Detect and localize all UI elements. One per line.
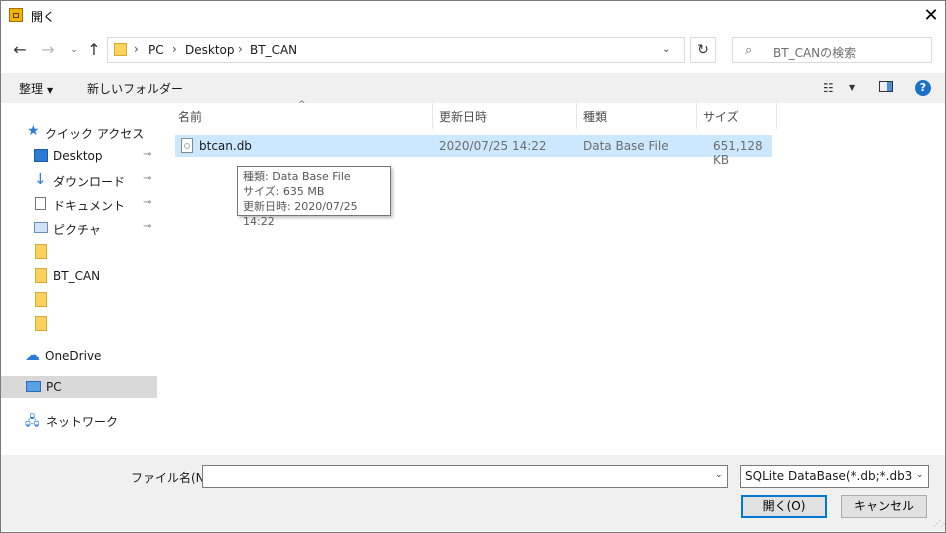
pin-icon[interactable]: ⊸ [143, 221, 151, 232]
file-info-tooltip: 種類: Data Base File サイズ: 635 MB 更新日時: 202… [237, 166, 391, 228]
breadcrumb-bt-can[interactable]: BT_CAN [250, 43, 297, 57]
folder-icon [35, 292, 47, 307]
sidebar-item-label: Desktop [53, 149, 103, 163]
new-folder-button[interactable]: 新しいフォルダー [87, 80, 183, 97]
pin-icon[interactable]: ⊸ [143, 149, 151, 160]
network-icon: 🖧 [25, 414, 40, 429]
open-button[interactable]: 開く(O) [741, 495, 827, 518]
sidebar-item-quick-access[interactable]: ★ クイック アクセス [1, 121, 157, 143]
help-icon[interactable]: ? [915, 80, 931, 96]
column-header-modified[interactable]: 更新日時 [439, 108, 487, 125]
file-size: 651,128 KB [713, 139, 763, 167]
folder-icon [114, 43, 127, 56]
caret-down-icon: ▼ [47, 86, 54, 95]
breadcrumb-pc[interactable]: PC [148, 43, 164, 57]
tooltip-modified: 更新日時: 2020/07/25 14:22 [243, 200, 358, 228]
sidebar-item-folder[interactable] [1, 313, 157, 335]
sidebar-item-label: OneDrive [45, 349, 102, 363]
sidebar-item-network[interactable]: 🖧 ネットワーク [1, 409, 157, 431]
tooltip-type: 種類: Data Base File [243, 170, 351, 183]
resize-grip-icon[interactable]: ⋰⋰ [933, 519, 946, 528]
sort-ascending-icon: ^ [298, 100, 306, 110]
file-modified: 2020/07/25 14:22 [439, 139, 547, 153]
filename-input[interactable]: ⌄ [202, 465, 728, 488]
close-button[interactable]: ✕ [919, 5, 943, 27]
sidebar-item-label: ピクチャ [53, 223, 101, 237]
column-divider[interactable] [776, 103, 777, 129]
filename-history-chevron-icon[interactable]: ⌄ [715, 470, 723, 480]
pin-icon[interactable]: ⊸ [143, 173, 151, 184]
back-arrow-icon[interactable]: ← [10, 39, 30, 61]
folder-icon [35, 268, 47, 283]
command-toolbar: 整理 ▼ 新しいフォルダー ☷ ▼ ? [1, 73, 945, 103]
sidebar-item-pc[interactable]: PC [1, 376, 157, 398]
tooltip-size: サイズ: 635 MB [243, 185, 325, 198]
sidebar-item-onedrive[interactable]: ☁ OneDrive [1, 345, 157, 367]
sidebar-item-label: ネットワーク [46, 415, 119, 429]
organize-menu-button[interactable]: 整理 ▼ [19, 80, 53, 97]
breadcrumb-separator[interactable]: › [134, 42, 139, 56]
star-icon: ★ [27, 123, 40, 139]
breadcrumb-separator[interactable]: › [238, 42, 243, 56]
pin-icon[interactable]: ⊸ [143, 197, 151, 208]
folder-icon [35, 244, 47, 259]
sidebar-item-label: ドキュメント [53, 199, 126, 213]
organize-label: 整理 [19, 82, 44, 96]
view-options-caret-icon[interactable]: ▼ [849, 83, 855, 92]
search-input[interactable]: ⌕ BT_CANの検索 [732, 37, 932, 63]
sidebar-item-folder[interactable] [1, 241, 157, 263]
filetype-chevron-icon[interactable]: ⌄ [916, 470, 924, 480]
dialog-footer: ファイル名(N): ⌄ SQLite DataBase(*.db;*.db3;*… [1, 455, 946, 531]
title-bar: 開く ✕ [1, 1, 945, 31]
column-divider[interactable] [432, 103, 433, 129]
navigation-pane: ★ クイック アクセス Desktop ⊸ ↓ ダウンロード ⊸ ドキュメント … [1, 103, 158, 455]
lock-app-icon [9, 8, 23, 22]
address-dropdown-chevron-icon[interactable]: ⌄ [662, 44, 670, 55]
search-icon: ⌕ [745, 43, 753, 58]
picture-icon [34, 222, 48, 233]
recent-locations-chevron-icon[interactable]: ⌄ [64, 39, 84, 61]
window-title: 開く [31, 10, 56, 24]
up-arrow-icon[interactable]: ↑ [84, 39, 104, 61]
folder-icon [35, 316, 47, 331]
download-icon: ↓ [34, 170, 47, 188]
column-header-type[interactable]: 種類 [583, 108, 607, 125]
column-divider[interactable] [696, 103, 697, 129]
refresh-button[interactable]: ↻ [690, 37, 716, 63]
sidebar-item-bt-can[interactable]: BT_CAN [1, 265, 157, 287]
file-list: ^ 名前 更新日時 種類 サイズ btcan.db 2020/07/25 14:… [170, 100, 945, 455]
sidebar-item-folder[interactable] [1, 289, 157, 311]
database-file-icon [181, 138, 193, 153]
sidebar-item-label: PC [46, 380, 62, 394]
file-row[interactable]: btcan.db 2020/07/25 14:22 Data Base File… [175, 135, 772, 167]
sidebar-item-documents[interactable]: ドキュメント ⊸ [1, 193, 157, 215]
pc-icon [26, 381, 41, 392]
preview-pane-icon[interactable] [879, 81, 893, 92]
sidebar-item-desktop[interactable]: Desktop ⊸ [1, 145, 157, 167]
address-bar[interactable]: › PC › Desktop › BT_CAN [107, 37, 685, 63]
sidebar-item-label: BT_CAN [53, 269, 101, 283]
cancel-button[interactable]: キャンセル [841, 495, 927, 518]
cloud-icon: ☁ [25, 346, 40, 364]
sidebar-item-downloads[interactable]: ↓ ダウンロード ⊸ [1, 169, 157, 191]
breadcrumb-separator[interactable]: › [172, 42, 177, 56]
column-header-name[interactable]: 名前 [178, 108, 202, 125]
column-header-size[interactable]: サイズ [703, 108, 739, 125]
file-type: Data Base File [583, 139, 669, 153]
sidebar-item-label: ダウンロード [53, 175, 126, 189]
breadcrumb-desktop[interactable]: Desktop [185, 43, 235, 57]
search-placeholder: BT_CANの検索 [773, 46, 857, 60]
forward-arrow-icon[interactable]: → [38, 39, 58, 61]
file-name: btcan.db [199, 139, 252, 153]
column-divider[interactable] [576, 103, 577, 129]
desktop-icon [34, 149, 48, 162]
filetype-value: SQLite DataBase(*.db;*.db3;*.sq [745, 469, 913, 483]
sidebar-item-label: クイック アクセス [45, 127, 145, 141]
document-icon [35, 197, 46, 210]
list-view-icon[interactable]: ☷ [823, 81, 834, 95]
filetype-select[interactable]: SQLite DataBase(*.db;*.db3;*.sq ⌄ [740, 465, 929, 488]
sidebar-item-pictures[interactable]: ピクチャ ⊸ [1, 217, 157, 239]
